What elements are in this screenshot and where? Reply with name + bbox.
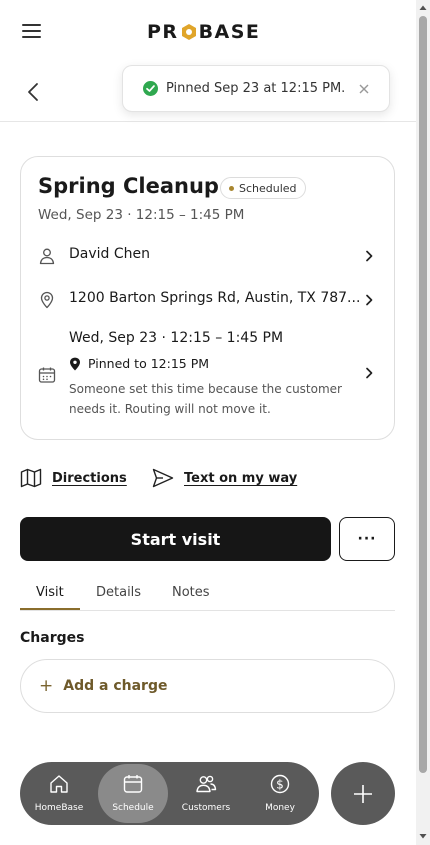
probase-logo: PR BASE	[147, 20, 260, 44]
job-datetime: Wed, Sep 23 · 12:15 – 1:45 PM	[38, 207, 245, 223]
start-visit-button[interactable]: Start visit	[20, 517, 331, 561]
nav-schedule[interactable]: Schedule	[98, 764, 168, 823]
more-options-button[interactable]: ···	[339, 517, 395, 561]
tab-details[interactable]: Details	[96, 585, 141, 600]
active-tab-indicator	[20, 608, 80, 610]
nav-money-label: Money	[265, 803, 295, 813]
add-charge-button[interactable]: + Add a charge	[20, 659, 395, 713]
pinned-toast: Pinned Sep 23 at 12:15 PM.	[122, 65, 390, 112]
customers-icon	[196, 775, 217, 793]
pinned-label: Pinned to 12:15 PM	[88, 356, 210, 371]
pin-filled-icon	[70, 357, 80, 370]
nav-customers-label: Customers	[181, 803, 231, 813]
chevron-left-icon	[28, 83, 38, 101]
status-dot-icon	[229, 185, 234, 191]
nav-homebase-label: HomeBase	[34, 803, 84, 813]
job-title: Spring Cleanup	[38, 174, 219, 198]
nav-money[interactable]: $ Money	[245, 764, 315, 823]
add-charge-label: Add a charge	[63, 678, 168, 694]
toast-message: Pinned Sep 23 at 12:15 PM.	[166, 81, 346, 96]
home-icon	[50, 775, 68, 793]
schedule-time: Wed, Sep 23 · 12:15 – 1:45 PM	[69, 330, 284, 346]
bottom-nav: HomeBase Schedule Customers $ Money	[20, 762, 319, 825]
close-icon[interactable]	[357, 81, 371, 95]
top-header: PR BASE	[0, 0, 416, 62]
customer-row[interactable]: David Chen	[21, 243, 394, 269]
job-card: Spring Cleanup Scheduled Wed, Sep 23 · 1…	[20, 156, 395, 440]
menu-icon[interactable]	[22, 24, 42, 40]
tab-notes[interactable]: Notes	[172, 585, 210, 600]
pinned-note: Someone set this time because the custom…	[69, 382, 342, 416]
tab-visit[interactable]: Visit	[36, 585, 64, 600]
nav-schedule-label: Schedule	[112, 803, 154, 813]
status-badge-label: Scheduled	[239, 181, 297, 195]
add-fab-button[interactable]	[331, 762, 395, 825]
dollar-icon: $	[270, 774, 290, 794]
location-pin-icon	[40, 291, 54, 309]
charges-title: Charges	[20, 630, 85, 646]
quick-actions: Directions Text on my way	[20, 468, 400, 492]
plus-icon: +	[39, 676, 54, 696]
plus-icon	[354, 784, 372, 803]
map-icon	[20, 468, 42, 488]
svg-text:$: $	[276, 777, 284, 791]
scroll-up-arrow-icon[interactable]	[419, 4, 427, 12]
chevron-right-icon	[366, 367, 373, 379]
calendar-icon	[38, 367, 56, 383]
logo-text-right: BASE	[198, 21, 261, 43]
schedule-row[interactable]: Wed, Sep 23 · 12:15 – 1:45 PM Pinned to …	[21, 329, 394, 421]
directions-link[interactable]: Directions	[20, 468, 127, 488]
pinned-indicator: Pinned to 12:15 PM	[69, 356, 209, 371]
nav-customers[interactable]: Customers	[171, 764, 241, 823]
address-text: 1200 Barton Springs Rd, Austin, TX 787..…	[69, 290, 361, 306]
nav-homebase[interactable]: HomeBase	[24, 764, 94, 823]
address-row[interactable]: 1200 Barton Springs Rd, Austin, TX 787..…	[21, 287, 394, 313]
customer-name: David Chen	[69, 246, 151, 262]
directions-label: Directions	[52, 470, 127, 486]
logo-hexagon-icon	[180, 23, 198, 41]
chevron-right-icon	[366, 250, 373, 262]
scrollbar-thumb[interactable]	[419, 16, 427, 773]
text-on-my-way-label: Text on my way	[184, 470, 298, 486]
app-screen: PR BASE Pinned Sep 23 at 12:15 PM. Sprin…	[0, 0, 416, 845]
text-on-my-way-link[interactable]: Text on my way	[152, 468, 297, 488]
back-button[interactable]	[22, 80, 46, 104]
chevron-right-icon	[366, 294, 373, 306]
check-circle-icon	[143, 81, 158, 96]
logo-text-left: PR	[147, 21, 179, 43]
scroll-down-arrow-icon[interactable]	[419, 832, 427, 840]
send-icon	[152, 468, 174, 488]
person-icon	[39, 248, 55, 265]
status-badge: Scheduled	[220, 177, 306, 199]
calendar-icon	[123, 775, 143, 793]
visit-tabs: Visit Details Notes	[20, 580, 395, 611]
